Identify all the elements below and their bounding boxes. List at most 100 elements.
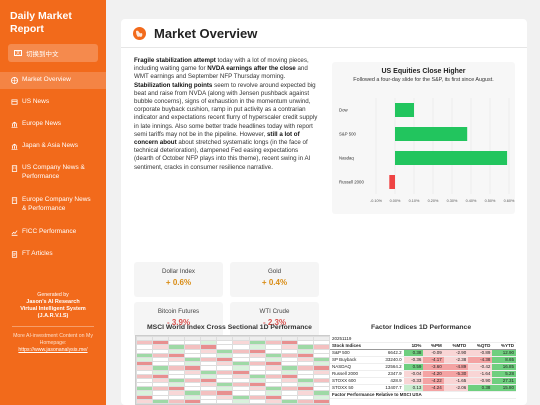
more-content-text: More AI-investment Content on My Homepag… (13, 333, 93, 346)
page-header: Market Overview (133, 26, 257, 41)
sidebar-item-label: Japan & Asia News (22, 142, 79, 149)
language-switch-label: 切换到中文 (26, 51, 59, 58)
globe-icon (10, 76, 18, 84)
bar-dow (395, 103, 414, 117)
msci-table-title: MSCI World Index Cross Sectional 1D Perf… (147, 324, 312, 331)
table-cell: 0.59 (403, 363, 424, 371)
table-cell: 13407.7 (375, 384, 404, 392)
table-cell: 22564.2 (375, 363, 404, 371)
table-cell: 428.9 (375, 377, 404, 385)
row-label: NASDAQ (330, 363, 376, 371)
factor-table-title: Factor Indices 1D Performance (371, 324, 472, 331)
body-text: seem to revolve around expected big beat… (134, 81, 318, 138)
sidebar-item-us-company-news-performance[interactable]: US Company News & Performance (0, 160, 106, 185)
category-label: Dow (339, 108, 348, 113)
column-header: 1D% (403, 342, 424, 350)
table-cell: -0.33 (403, 377, 424, 385)
sidebar-item-label: US News (22, 98, 50, 105)
column-header: %PM (423, 342, 444, 350)
tile-label: WTI Crude (259, 308, 290, 315)
sidebar-item-ficc-performance[interactable]: FICC Performance (0, 224, 106, 241)
table-cell: -5.30 (443, 370, 469, 378)
chart-plot: -0.10% 0.00% 0.10% 0.20% 0.30% 0.40% 0.50% 0.60… (339, 98, 515, 203)
sidebar-item-label: Europe News (22, 120, 62, 127)
globe-icon (133, 27, 146, 40)
table-cell: 0.38 (403, 349, 424, 357)
table-cell: -1.64 (468, 370, 493, 378)
footer-divider (12, 326, 94, 327)
org-name: Jason's AI Research (26, 299, 80, 305)
table-cell: -0.89 (468, 349, 493, 357)
msci-heatmap-table (135, 335, 331, 405)
x-tick-label: 0.60% (504, 199, 515, 203)
highlight-text: Fragile stabilization attempt (134, 57, 216, 64)
table-cell: -0.09 (423, 349, 444, 357)
x-tick-label: 0.20% (428, 199, 439, 203)
table-footer: Factor Performance Relative to MSCI USA (330, 391, 516, 399)
tile-label: Bitcoin Futures (157, 308, 200, 315)
sidebar-item-label: FICC Performance (22, 228, 77, 235)
homepage-link[interactable]: https://www.jasonanalysis.me/ (0, 347, 106, 354)
column-header: %MTD (443, 342, 469, 350)
chart-icon (10, 228, 18, 236)
highlight-text: Stabilization talking points (134, 81, 213, 89)
category-label: S&P 500 (339, 132, 356, 137)
sidebar-item-label: Europe Company News & Performance (22, 196, 91, 212)
table-cell: 6642.2 (375, 349, 404, 357)
sidebar-footer: Generated by Jason's AI Research Virtual… (0, 292, 106, 354)
market-tile-dollar-index: Dollar Index + 0.6% (134, 262, 223, 297)
table-cell: 0.13 (403, 384, 424, 392)
category-label: Nasdaq (339, 156, 354, 161)
tile-label: Gold (267, 268, 282, 275)
table-cell: -4.24 (423, 384, 444, 392)
building-icon (10, 164, 18, 172)
table-row: S&P 500 6642.2 0.38 -0.09 -2.90 -0.89 12.90 (330, 349, 516, 357)
column-header: %YTD (492, 342, 516, 350)
table-cell: -4.17 (423, 356, 444, 364)
table-cell: 8.65 (492, 356, 516, 364)
table-cell: -2.90 (443, 349, 469, 357)
page-title: Market Overview (154, 26, 258, 41)
factor-table: 20251119 Stock Indices 1D% %PM %MTD %QTD %YTD S… (330, 335, 516, 405)
bank-icon (10, 142, 18, 150)
flag-icon (10, 98, 18, 106)
language-switch-button[interactable]: 文 切换到中文 (8, 44, 98, 62)
language-icon: 文 (14, 50, 22, 56)
bar-s-p-500 (395, 127, 468, 141)
sidebar-item-market-overview[interactable]: Market Overview (0, 72, 106, 89)
tile-value: + 0.4% (261, 278, 288, 287)
bar-russell-2000 (389, 175, 395, 189)
main-card: Market Overview Fragile stabilization at… (121, 19, 527, 405)
row-label: S&P 500 (330, 349, 376, 357)
row-label: STOXX 600 (330, 377, 376, 385)
sidebar-item-japan-asia-news[interactable]: Japan & Asia News (0, 138, 106, 155)
bank-icon (10, 120, 18, 128)
row-label: Russell 2000 (330, 370, 376, 378)
table-cell: 2347.9 (375, 370, 404, 378)
sidebar-item-europe-company-news-performance[interactable]: Europe Company News & Performance (0, 192, 106, 217)
sidebar-item-europe-news[interactable]: Europe News (0, 116, 106, 133)
market-tile-bitcoin-futures: Bitcoin Futures - 3.9% (134, 302, 223, 337)
generated-by-label: Generated by (37, 292, 69, 298)
x-tick-label: 0.40% (466, 199, 477, 203)
table-cell: 33240.0 (375, 356, 404, 364)
table-cell: 0.38 (468, 384, 493, 392)
us-equities-chart: US Equities Close Higher Followed a four… (332, 62, 515, 214)
sidebar-item-label: Market Overview (22, 76, 71, 83)
highlight-text: NVDA earnings after the close (207, 65, 296, 73)
table-cell: -2.06 (443, 384, 469, 392)
sidebar-item-ft-articles[interactable]: FT Articles (0, 246, 106, 263)
header-divider (121, 47, 527, 48)
bar-nasdaq (395, 151, 508, 165)
table-cell: -4.22 (423, 377, 444, 385)
app-title: Daily Market Report (10, 10, 72, 35)
column-header (375, 342, 404, 350)
category-label: Russell 2000 (339, 180, 364, 185)
sidebar-item-label: US Company News & Performance (22, 164, 85, 180)
table-date: 20251119 (330, 335, 516, 343)
x-tick-label: 0.30% (447, 199, 458, 203)
table-cell: 27.31 (492, 377, 516, 385)
x-tick-label: 0.10% (409, 199, 420, 203)
sidebar-item-us-news[interactable]: US News (0, 94, 106, 111)
table-row: SP Buyback 33240.0 -0.36 -4.17 -2.38 -4.38 8.6… (330, 356, 516, 364)
